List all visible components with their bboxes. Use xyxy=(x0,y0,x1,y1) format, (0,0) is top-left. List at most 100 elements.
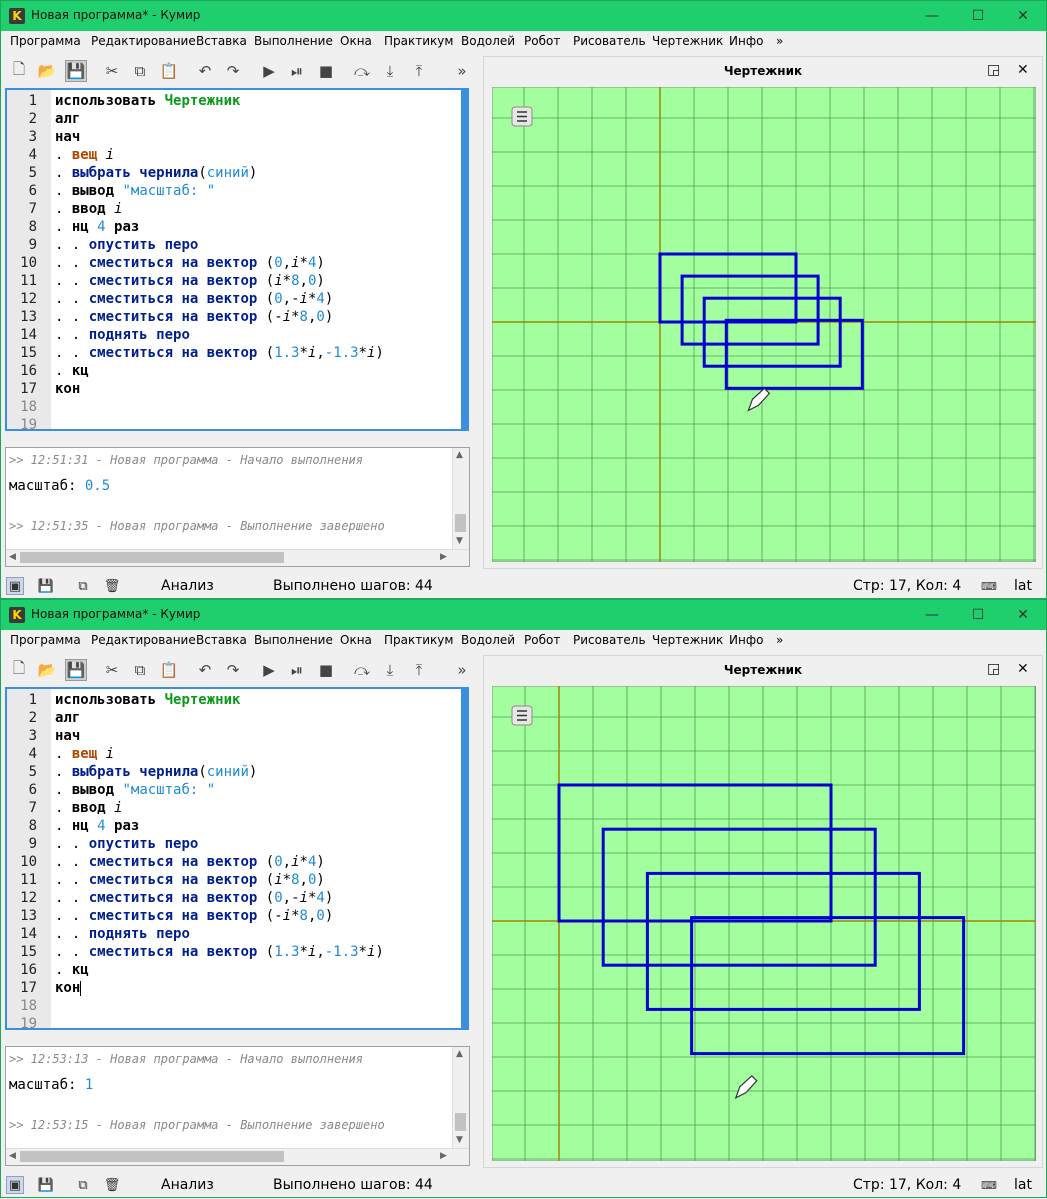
menu-info[interactable]: Инфо xyxy=(729,633,763,647)
minimize-button[interactable]: — xyxy=(909,600,955,630)
menu-info[interactable]: Инфо xyxy=(729,34,763,48)
drawing-canvas[interactable] xyxy=(492,686,1036,1161)
panel-close-icon[interactable]: ✕ xyxy=(1017,661,1029,677)
menu-insert[interactable]: Вставка xyxy=(196,34,247,48)
code-token: . xyxy=(55,764,64,780)
undo-icon[interactable]: ↶ xyxy=(194,60,216,82)
canvas-menu-icon[interactable] xyxy=(511,106,533,127)
menu-more[interactable]: » xyxy=(776,34,783,48)
redo-icon[interactable]: ↷ xyxy=(222,60,244,82)
cursor-position: Стр: 17, Кол: 4 xyxy=(853,578,962,594)
console-toggle-icon[interactable]: ▣ xyxy=(6,1176,24,1194)
undock-icon[interactable]: ◲ xyxy=(987,62,1000,78)
copy-icon[interactable]: ⧉ xyxy=(129,659,151,681)
chertezhnik-panel: Чертежник ◲ ✕ xyxy=(483,56,1043,569)
close-button[interactable]: ✕ xyxy=(1000,600,1046,630)
save-icon[interactable]: 💾 xyxy=(65,659,87,681)
panel-close-icon[interactable]: ✕ xyxy=(1017,62,1029,78)
code-editor[interactable]: 1 использовать Чертежник 2 алг 3 нач 4. вещ i5… xyxy=(5,88,469,431)
menu-practicum[interactable]: Практикум xyxy=(384,633,453,647)
code-editor[interactable]: 1 использовать Чертежник 2 алг 3 нач 4. вещ i5… xyxy=(5,687,469,1030)
step-into-icon[interactable]: ⤓ xyxy=(379,659,401,681)
menu-robot[interactable]: Робот xyxy=(524,34,560,48)
menu-more[interactable]: » xyxy=(776,633,783,647)
keyboard-layout[interactable]: lat xyxy=(1014,578,1032,594)
code-text: алг xyxy=(55,110,80,128)
toolbar-overflow[interactable]: » xyxy=(451,60,473,82)
menu-practicum[interactable]: Практикум xyxy=(384,34,453,48)
menu-run[interactable]: Выполнение xyxy=(254,34,333,48)
run-icon[interactable]: ▶ xyxy=(258,659,280,681)
clear-output-icon[interactable]: 🗑 xyxy=(103,577,121,595)
save-output-icon[interactable]: 💾 xyxy=(37,577,55,595)
step-into-icon[interactable]: ⤓ xyxy=(379,60,401,82)
step-over-icon[interactable]: ⤼ xyxy=(351,659,373,681)
code-token: опустить перо xyxy=(88,237,199,253)
menu-chertezhnik[interactable]: Чертежник xyxy=(652,34,723,48)
toolbar-overflow[interactable]: » xyxy=(451,659,473,681)
code-token: сместиться на вектор xyxy=(88,854,258,870)
menu-program[interactable]: Программа xyxy=(10,633,81,647)
copy-output-icon[interactable]: ⧉ xyxy=(74,577,92,595)
undo-icon[interactable]: ↶ xyxy=(194,659,216,681)
close-button[interactable]: ✕ xyxy=(1000,1,1046,31)
clear-output-icon[interactable]: 🗑 xyxy=(103,1176,121,1194)
vscroll-thumb[interactable] xyxy=(455,514,466,532)
menu-vodoley[interactable]: Водолей xyxy=(461,34,515,48)
vscroll-thumb[interactable] xyxy=(455,1113,466,1131)
minimize-button[interactable]: — xyxy=(909,1,955,31)
code-token: 0 xyxy=(316,309,325,325)
step-out-icon[interactable]: ⤒ xyxy=(408,659,430,681)
step-out-icon[interactable]: ⤒ xyxy=(408,60,430,82)
console-toggle-icon[interactable]: ▣ xyxy=(6,577,24,595)
menu-risovatel[interactable]: Рисователь xyxy=(573,34,646,48)
new-file-icon[interactable]: 🗋 xyxy=(8,659,30,681)
step-run-icon[interactable]: ⏯ xyxy=(286,659,308,681)
canvas-menu-icon[interactable] xyxy=(511,705,533,726)
console-horizontal-scrollbar[interactable]: ◀ ▶ xyxy=(6,549,469,566)
cut-icon[interactable]: ✂ xyxy=(101,659,123,681)
copy-icon[interactable]: ⧉ xyxy=(129,60,151,82)
keyboard-layout[interactable]: lat xyxy=(1014,1177,1032,1193)
run-icon[interactable]: ▶ xyxy=(258,60,280,82)
redo-icon[interactable]: ↷ xyxy=(222,659,244,681)
menu-vodoley[interactable]: Водолей xyxy=(461,633,515,647)
console-vertical-scrollbar[interactable]: ▲ ▼ xyxy=(452,448,469,550)
save-output-icon[interactable]: 💾 xyxy=(37,1176,55,1194)
step-run-icon[interactable]: ⏯ xyxy=(286,60,308,82)
menu-edit[interactable]: Редактирование xyxy=(91,633,196,647)
menu-run[interactable]: Выполнение xyxy=(254,633,333,647)
menu-insert[interactable]: Вставка xyxy=(196,633,247,647)
cut-icon[interactable]: ✂ xyxy=(101,60,123,82)
new-file-icon[interactable]: 🗋 xyxy=(8,60,30,82)
maximize-button[interactable]: ☐ xyxy=(955,1,1001,31)
save-icon[interactable]: 💾 xyxy=(65,60,87,82)
menu-windows[interactable]: Окна xyxy=(340,633,372,647)
line-number: 10 xyxy=(20,854,37,870)
output-console[interactable]: >> 12:51:31 - Новая программа - Начало в… xyxy=(5,447,470,567)
stop-icon[interactable]: ■ xyxy=(315,60,337,82)
undock-icon[interactable]: ◲ xyxy=(987,661,1000,677)
hscroll-thumb[interactable] xyxy=(20,552,284,563)
code-token: "масштаб: " xyxy=(122,782,216,798)
menu-program[interactable]: Программа xyxy=(10,34,81,48)
output-console[interactable]: >> 12:53:13 - Новая программа - Начало в… xyxy=(5,1046,470,1166)
drawing-canvas[interactable] xyxy=(492,87,1036,562)
console-vertical-scrollbar[interactable]: ▲ ▼ xyxy=(452,1047,469,1149)
code-text: кон xyxy=(55,979,82,997)
stop-icon[interactable]: ■ xyxy=(315,659,337,681)
console-horizontal-scrollbar[interactable]: ◀ ▶ xyxy=(6,1148,469,1165)
open-folder-icon[interactable]: 📂 xyxy=(36,659,58,681)
menu-windows[interactable]: Окна xyxy=(340,34,372,48)
menu-edit[interactable]: Редактирование xyxy=(91,34,196,48)
menu-robot[interactable]: Робот xyxy=(524,633,560,647)
hscroll-thumb[interactable] xyxy=(20,1151,284,1162)
maximize-button[interactable]: ☐ xyxy=(955,600,1001,630)
menu-chertezhnik[interactable]: Чертежник xyxy=(652,633,723,647)
paste-icon[interactable]: 📋 xyxy=(158,659,180,681)
open-folder-icon[interactable]: 📂 xyxy=(36,60,58,82)
step-over-icon[interactable]: ⤼ xyxy=(351,60,373,82)
copy-output-icon[interactable]: ⧉ xyxy=(74,1176,92,1194)
menu-risovatel[interactable]: Рисователь xyxy=(573,633,646,647)
paste-icon[interactable]: 📋 xyxy=(158,60,180,82)
